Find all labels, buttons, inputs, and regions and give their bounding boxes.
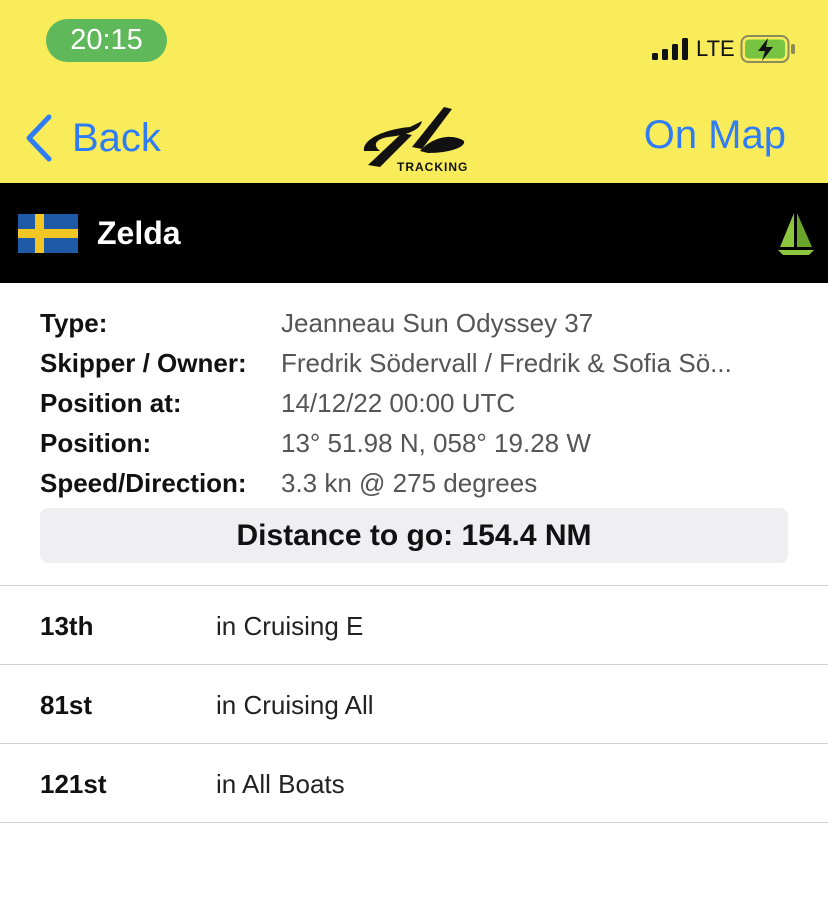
boat-name: Zelda bbox=[97, 215, 181, 251]
detail-label: Speed/Direction: bbox=[40, 468, 247, 498]
detail-value: Jeanneau Sun Odyssey 37 bbox=[281, 308, 594, 338]
list-item[interactable]: 13th in Cruising E bbox=[0, 585, 828, 664]
rank-position: 121st bbox=[40, 769, 107, 799]
logo-text: TRACKING bbox=[397, 160, 469, 174]
boat-header: Zelda bbox=[0, 183, 828, 283]
boat-details: Type: Jeanneau Sun Odyssey 37 Skipper / … bbox=[40, 303, 800, 503]
sailboat-icon bbox=[778, 213, 814, 255]
rank-category: in All Boats bbox=[216, 769, 345, 799]
chevron-left-icon bbox=[26, 114, 52, 162]
rank-category: in Cruising E bbox=[216, 611, 364, 641]
distance-to-go: Distance to go: 154.4 NM bbox=[40, 508, 788, 563]
detail-label: Position at: bbox=[40, 388, 182, 418]
detail-label: Position: bbox=[40, 428, 152, 458]
network-type: LTE bbox=[696, 36, 735, 61]
ranking-list: 13th in Cruising E 81st in Cruising All … bbox=[0, 585, 828, 823]
detail-row-speed: Speed/Direction: 3.3 kn @ 275 degrees bbox=[40, 463, 800, 503]
sweden-flag-icon bbox=[18, 214, 78, 253]
detail-row-type: Type: Jeanneau Sun Odyssey 37 bbox=[40, 303, 800, 343]
detail-value: Fredrik Södervall / Fredrik & Sofia Sö..… bbox=[281, 348, 732, 378]
detail-value: 13° 51.98 N, 058° 19.28 W bbox=[281, 428, 591, 458]
list-item[interactable]: 121st in All Boats bbox=[0, 743, 828, 823]
detail-row-skipper: Skipper / Owner: Fredrik Södervall / Fre… bbox=[40, 343, 800, 383]
rank-position: 13th bbox=[40, 611, 94, 641]
rank-position: 81st bbox=[40, 690, 93, 720]
app-header: 20:15 LTE Back TRACKING On Map bbox=[0, 0, 828, 183]
detail-value: 3.3 kn @ 275 degrees bbox=[281, 468, 538, 498]
battery-charging-icon bbox=[740, 35, 795, 63]
status-time: 20:15 bbox=[46, 19, 167, 62]
on-map-button[interactable]: On Map bbox=[644, 113, 786, 158]
detail-value: 14/12/22 00:00 UTC bbox=[281, 388, 516, 418]
back-button[interactable]: Back bbox=[24, 108, 161, 168]
detail-label: Skipper / Owner: bbox=[40, 348, 247, 378]
list-item[interactable]: 81st in Cruising All bbox=[0, 664, 828, 743]
back-label: Back bbox=[72, 115, 161, 160]
detail-row-position: Position: 13° 51.98 N, 058° 19.28 W bbox=[40, 423, 800, 463]
detail-label: Type: bbox=[40, 308, 108, 338]
signal-strength-icon bbox=[652, 38, 688, 60]
detail-row-position-time: Position at: 14/12/22 00:00 UTC bbox=[40, 383, 800, 423]
rank-category: in Cruising All bbox=[216, 690, 374, 720]
